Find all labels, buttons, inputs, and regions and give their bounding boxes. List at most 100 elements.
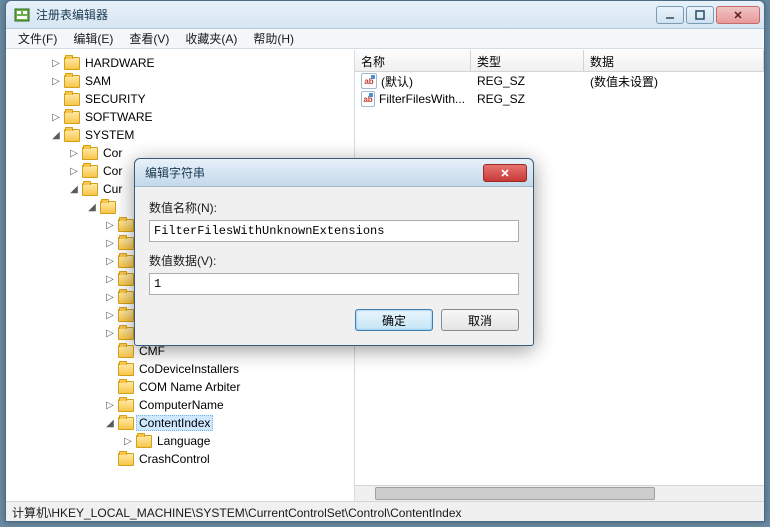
tree-node[interactable]: ▷CrashControl: [100, 450, 354, 468]
expand-icon[interactable]: ▷: [104, 309, 116, 321]
tree-node-label[interactable]: Cor: [100, 145, 125, 161]
tree-node-label[interactable]: COM Name Arbiter: [136, 379, 243, 395]
tree-node[interactable]: ▷CoDeviceInstallers: [100, 360, 354, 378]
tree-node-label[interactable]: SYSTEM: [82, 127, 137, 143]
edit-string-dialog: 编辑字符串 数值名称(N): 数值数据(V): 确定 取消: [134, 158, 534, 346]
collapse-icon[interactable]: ◢: [104, 417, 116, 429]
collapse-icon[interactable]: ◢: [50, 129, 62, 141]
folder-icon: [118, 255, 134, 268]
menu-file[interactable]: 文件(F): [10, 28, 65, 49]
expand-icon[interactable]: ▷: [104, 237, 116, 249]
expand-icon[interactable]: ▷: [104, 291, 116, 303]
h-scrollbar[interactable]: [355, 485, 764, 501]
statusbar: 计算机\HKEY_LOCAL_MACHINE\SYSTEM\CurrentCon…: [6, 501, 764, 521]
tree-node[interactable]: ▷ HARDWARE: [46, 54, 354, 72]
value-name: FilterFilesWith...: [379, 92, 465, 106]
folder-icon: [100, 201, 116, 214]
titlebar[interactable]: 注册表编辑器: [6, 1, 764, 29]
tree-node-label[interactable]: CrashControl: [136, 451, 213, 467]
expand-icon[interactable]: ▷: [104, 327, 116, 339]
tree-node-label[interactable]: SECURITY: [82, 91, 149, 107]
folder-icon: [82, 183, 98, 196]
ok-button[interactable]: 确定: [355, 309, 433, 331]
folder-icon: [82, 147, 98, 160]
tree-node[interactable]: ▷COM Name Arbiter: [100, 378, 354, 396]
tree-node-label[interactable]: SAM: [82, 73, 114, 89]
expand-icon[interactable]: ▷: [104, 219, 116, 231]
tree-node[interactable]: ▷ ComputerName: [100, 396, 354, 414]
tree-node[interactable]: ▷ SAM: [46, 72, 354, 90]
col-name[interactable]: 名称: [355, 50, 471, 71]
folder-icon: [82, 165, 98, 178]
string-value-icon: ab: [361, 91, 375, 107]
folder-icon: [118, 345, 134, 358]
value-name-label: 数值名称(N):: [149, 199, 519, 216]
folder-icon: [118, 417, 134, 430]
folder-icon: [64, 75, 80, 88]
expand-icon[interactable]: ▷: [104, 399, 116, 411]
tree-node[interactable]: ▷ Language: [100, 432, 354, 450]
value-type: REG_SZ: [471, 91, 584, 107]
tree-node[interactable]: ◢ SYSTEM: [46, 126, 354, 144]
tree-node-label[interactable]: HARDWARE: [82, 55, 158, 71]
folder-icon: [118, 273, 134, 286]
folder-icon: [118, 363, 134, 376]
folder-icon: [118, 309, 134, 322]
col-data[interactable]: 数据: [584, 50, 764, 71]
minimize-button[interactable]: [656, 6, 684, 24]
folder-icon: [64, 129, 80, 142]
menu-help[interactable]: 帮助(H): [245, 28, 302, 49]
folder-icon: [64, 93, 80, 106]
app-icon: [14, 7, 30, 23]
value-data: [584, 98, 764, 100]
tree-node-label[interactable]: Cor: [100, 163, 125, 179]
value-row[interactable]: ab FilterFilesWith... REG_SZ: [355, 90, 764, 108]
menubar: 文件(F) 编辑(E) 查看(V) 收藏夹(A) 帮助(H): [6, 29, 764, 49]
tree-node-label[interactable]: Language: [154, 433, 213, 449]
folder-icon: [118, 237, 134, 250]
tree-node-label[interactable]: SOFTWARE: [82, 109, 156, 125]
folder-icon: [118, 219, 134, 232]
string-value-icon: ab: [361, 73, 377, 89]
folder-icon: [118, 381, 134, 394]
expand-icon[interactable]: ▷: [122, 435, 134, 447]
tree-node-label[interactable]: CoDeviceInstallers: [136, 361, 242, 377]
tree-node[interactable]: ◢ ContentIndex: [100, 414, 354, 432]
list-header: 名称 类型 数据: [355, 50, 764, 72]
expand-icon[interactable]: ▷: [104, 255, 116, 267]
expand-icon[interactable]: ▷: [50, 75, 62, 87]
dialog-close-button[interactable]: [483, 164, 527, 182]
expand-icon[interactable]: ▷: [104, 273, 116, 285]
tree-node-label[interactable]: ComputerName: [136, 397, 227, 413]
cancel-button[interactable]: 取消: [441, 309, 519, 331]
window-title: 注册表编辑器: [36, 6, 656, 23]
tree-node[interactable]: ▷SECURITY: [46, 90, 354, 108]
close-button[interactable]: [716, 6, 760, 24]
value-data-label: 数值数据(V):: [149, 252, 519, 269]
tree-node[interactable]: ▷ SOFTWARE: [46, 108, 354, 126]
maximize-button[interactable]: [686, 6, 714, 24]
collapse-icon[interactable]: ◢: [86, 201, 98, 213]
folder-icon: [64, 57, 80, 70]
value-row[interactable]: ab(默认)REG_SZ(数值未设置): [355, 72, 764, 90]
expand-icon[interactable]: ▷: [68, 165, 80, 177]
dialog-title: 编辑字符串: [145, 164, 483, 181]
expand-icon[interactable]: ▷: [50, 57, 62, 69]
value-name-field: [149, 220, 519, 242]
menu-view[interactable]: 查看(V): [121, 28, 177, 49]
value-name: (默认): [381, 73, 413, 90]
expand-icon[interactable]: ▷: [50, 111, 62, 123]
col-type[interactable]: 类型: [471, 50, 584, 71]
expand-icon[interactable]: ▷: [68, 147, 80, 159]
value-data-field[interactable]: [149, 273, 519, 295]
tree-node-label[interactable]: [118, 206, 124, 208]
value-data: (数值未设置): [584, 72, 764, 91]
menu-favorites[interactable]: 收藏夹(A): [177, 28, 245, 49]
folder-icon: [118, 327, 134, 340]
dialog-titlebar[interactable]: 编辑字符串: [135, 159, 533, 187]
menu-edit[interactable]: 编辑(E): [65, 28, 121, 49]
collapse-icon[interactable]: ◢: [68, 183, 80, 195]
folder-icon: [118, 453, 134, 466]
tree-node-label[interactable]: ContentIndex: [136, 415, 213, 431]
tree-node-label[interactable]: Cur: [100, 181, 125, 197]
